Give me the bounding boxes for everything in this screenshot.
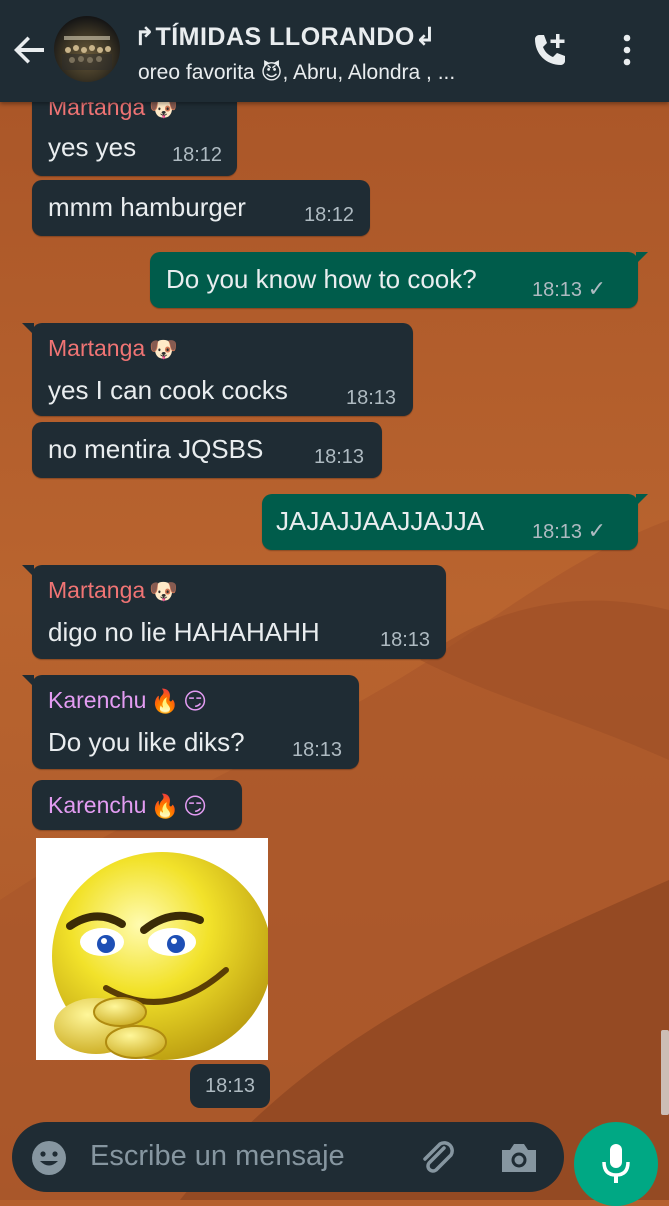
group-title[interactable]: ↱TÍMIDAS LLORANDO↲ bbox=[134, 22, 436, 52]
message-text: Do you like diks? bbox=[48, 727, 245, 757]
puppy-emoji-icon: 🐶 bbox=[149, 578, 178, 605]
fire-emoji-icon: 🔥 bbox=[150, 793, 180, 820]
emoji-icon[interactable] bbox=[30, 1139, 68, 1177]
smirk-face-icon bbox=[52, 852, 268, 1060]
incoming-message[interactable]: Martanga 🐶 yes I can cook cocks 18:13 bbox=[22, 323, 413, 416]
incoming-message[interactable]: Martanga 🐶 digo no lie HAHAHAHH 18:13 bbox=[22, 565, 446, 659]
sender-name[interactable]: Karenchu 🔥 😏 bbox=[48, 792, 207, 820]
voice-message-button[interactable] bbox=[574, 1122, 658, 1206]
message-time: 18:12 bbox=[172, 144, 223, 166]
smirking-emoji-sticker[interactable] bbox=[36, 838, 268, 1060]
sender-name[interactable]: Martanga 🐶 bbox=[48, 335, 178, 363]
message-text: JAJAJJAAJJAJJA bbox=[276, 506, 485, 536]
smirk-emoji-icon: 😏 bbox=[183, 688, 208, 715]
camera-icon[interactable] bbox=[498, 1140, 540, 1176]
message-time: 18:13 ✓ bbox=[532, 518, 607, 543]
sender-name[interactable]: Karenchu 🔥 😏 bbox=[48, 687, 207, 715]
more-options-icon[interactable] bbox=[615, 32, 639, 68]
message-text: no mentira JQSBS bbox=[48, 434, 264, 464]
message-input[interactable]: Escribe un mensaje bbox=[90, 1140, 345, 1173]
back-arrow-icon[interactable] bbox=[10, 30, 50, 70]
group-members[interactable]: oreo favorita 😈, Abru, Alondra , ... bbox=[138, 60, 518, 85]
message-time: 18:13 bbox=[292, 739, 343, 761]
chat-header: ↱TÍMIDAS LLORANDO↲ oreo favorita 😈, Abru… bbox=[0, 0, 669, 102]
smirk-emoji-icon: 😏 bbox=[183, 793, 208, 820]
bubble-tail bbox=[22, 565, 34, 577]
message-time: 18:13 bbox=[380, 629, 431, 651]
incoming-message[interactable]: Karenchu 🔥 😏 Do you like diks? 18:13 bbox=[22, 675, 359, 769]
incoming-message[interactable]: mmm hamburger 18:12 bbox=[32, 180, 370, 236]
sent-check-icon: ✓ bbox=[587, 518, 607, 543]
sender-name[interactable]: Martanga 🐶 bbox=[48, 577, 178, 605]
microphone-icon bbox=[602, 1144, 630, 1183]
message-text: Do you know how to cook? bbox=[166, 264, 477, 294]
scrollbar[interactable] bbox=[661, 1030, 669, 1115]
add-call-icon[interactable] bbox=[530, 30, 570, 70]
fire-emoji-icon: 🔥 bbox=[150, 688, 180, 715]
message-time: 18:13 bbox=[346, 387, 397, 409]
message-text: digo no lie HAHAHAHH bbox=[48, 617, 320, 647]
message-text: yes I can cook cocks bbox=[48, 375, 288, 405]
incoming-message[interactable]: no mentira JQSBS 18:13 bbox=[32, 422, 382, 478]
message-text: mmm hamburger bbox=[48, 192, 246, 222]
message-input-bar[interactable]: Escribe un mensaje bbox=[12, 1122, 564, 1192]
message-time: 18:12 bbox=[304, 204, 355, 226]
sent-check-icon: ✓ bbox=[587, 276, 607, 301]
bubble-tail bbox=[22, 323, 34, 335]
bubble-tail bbox=[636, 494, 648, 506]
bubble-tail bbox=[636, 252, 648, 264]
sticker-sender-label[interactable]: Karenchu 🔥 😏 bbox=[32, 780, 242, 830]
sticker-time: 18:13 bbox=[190, 1064, 270, 1108]
attach-paperclip-icon[interactable] bbox=[416, 1138, 458, 1180]
message-text: yes yes bbox=[48, 132, 137, 162]
outgoing-message[interactable]: JAJAJJAAJJAJJA 18:13 ✓ bbox=[262, 494, 648, 550]
puppy-emoji-icon: 🐶 bbox=[149, 336, 178, 363]
group-avatar[interactable] bbox=[54, 16, 120, 82]
outgoing-message[interactable]: Do you know how to cook? 18:13 ✓ bbox=[150, 252, 648, 308]
message-time: 18:13 bbox=[314, 446, 365, 468]
message-time: 18:13 ✓ bbox=[532, 276, 607, 301]
bubble-tail bbox=[22, 675, 34, 687]
